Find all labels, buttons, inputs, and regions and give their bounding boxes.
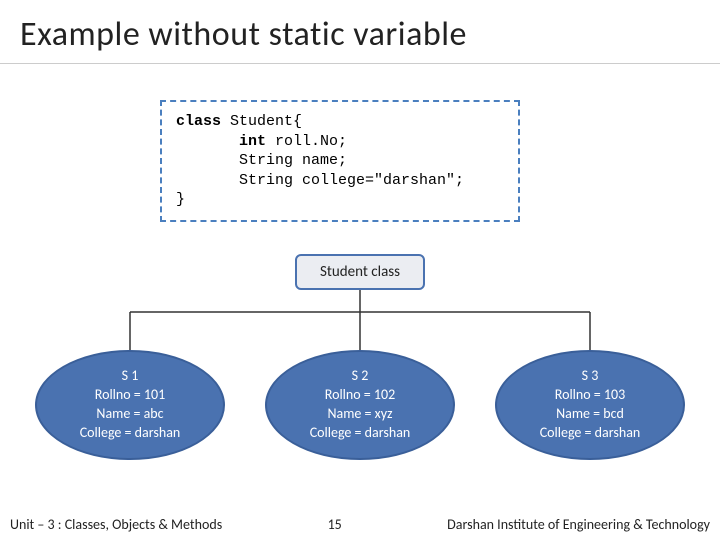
instance-name: Name = abc [96, 405, 163, 424]
slide-title: Example without static variable [0, 0, 720, 64]
instance-id: S 1 [122, 367, 139, 386]
code-text: } [176, 191, 185, 208]
instance-node-1: S 1 Rollno = 101 Name = abc College = da… [35, 350, 225, 460]
instance-node-2: S 2 Rollno = 102 Name = xyz College = da… [265, 350, 455, 460]
footer: Unit – 3 : Classes, Objects & Methods 15… [0, 508, 720, 540]
instance-roll: Rollno = 101 [95, 386, 165, 405]
instance-name: Name = bcd [556, 405, 624, 424]
instance-college: College = darshan [80, 424, 181, 443]
class-node: Student class [295, 254, 425, 290]
footer-page-number: 15 [222, 516, 447, 533]
footer-unit: Unit – 3 : Classes, Objects & Methods [0, 516, 222, 533]
instance-id: S 2 [352, 367, 369, 386]
code-keyword-int: int [239, 133, 266, 150]
instance-roll: Rollno = 102 [325, 386, 395, 405]
instance-name: Name = xyz [327, 405, 392, 424]
code-text: Student{ [221, 113, 302, 130]
code-text: String name; [239, 152, 347, 169]
instance-college: College = darshan [540, 424, 641, 443]
instance-node-3: S 3 Rollno = 103 Name = bcd College = da… [495, 350, 685, 460]
code-text: roll.No; [266, 133, 347, 150]
instance-id: S 3 [582, 367, 599, 386]
instance-roll: Rollno = 103 [555, 386, 625, 405]
code-block: class Student{ int roll.No; String name;… [160, 100, 520, 222]
footer-institution: Darshan Institute of Engineering & Techn… [447, 516, 720, 533]
code-text: String college="darshan"; [239, 172, 464, 189]
instance-college: College = darshan [310, 424, 411, 443]
code-keyword-class: class [176, 113, 221, 130]
